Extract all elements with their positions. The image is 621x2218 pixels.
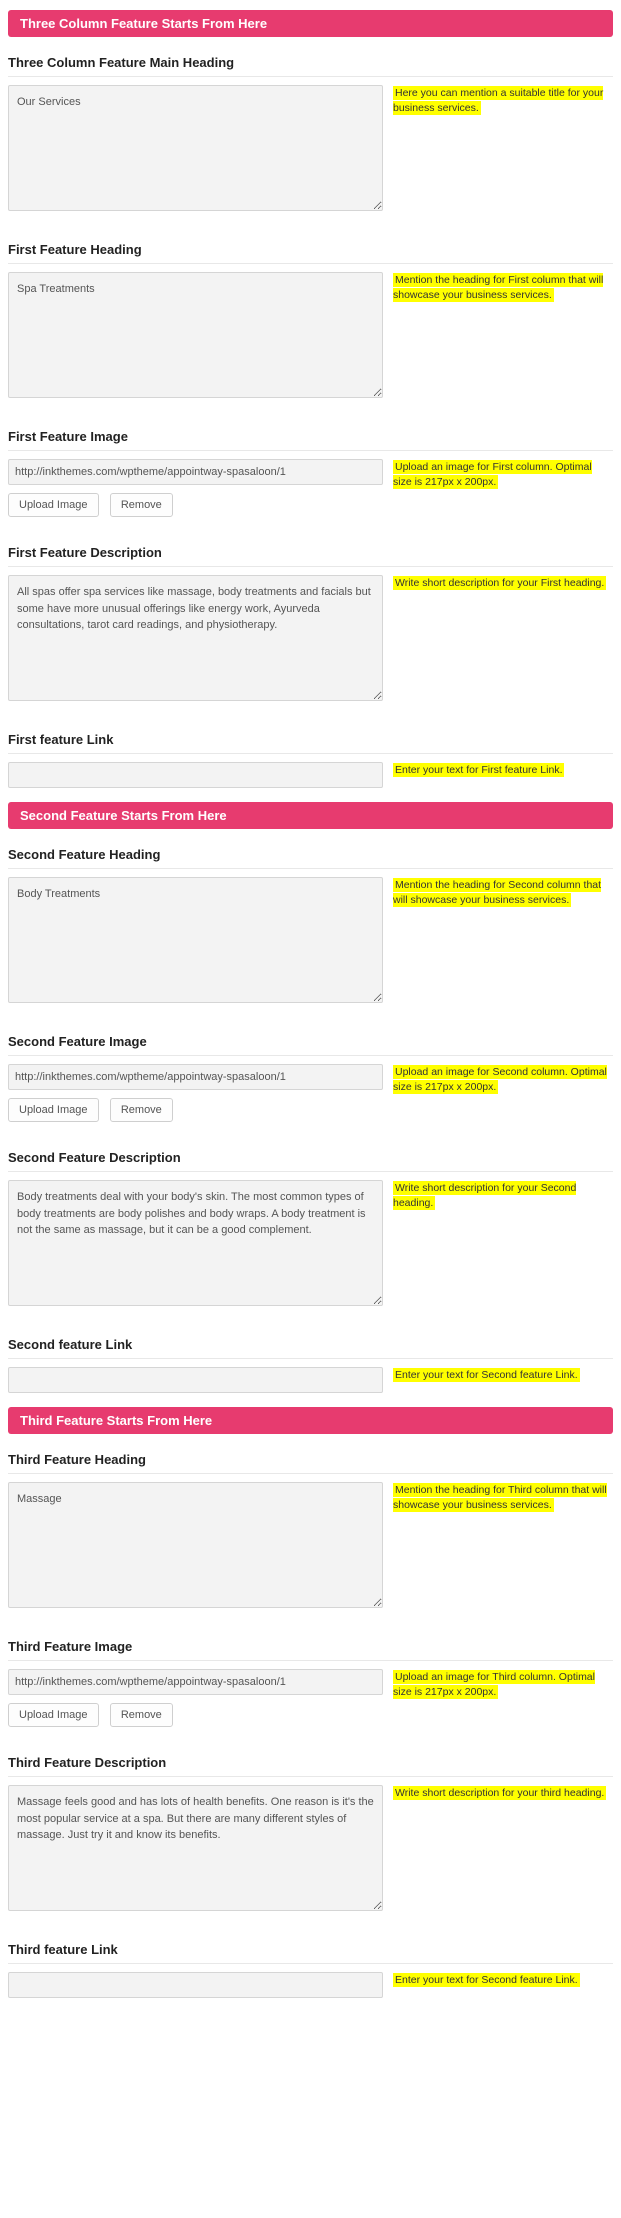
third-feature-desc-textarea[interactable] <box>8 1785 383 1911</box>
first-feature-link-hint: Enter your text for First feature Link. <box>393 763 564 777</box>
third-feature-section-header: Third Feature Starts From Here <box>8 1407 613 1434</box>
first-feature-image-input[interactable] <box>8 459 383 485</box>
third-feature-heading-label: Third Feature Heading <box>8 1452 613 1474</box>
second-feature-section-header: Second Feature Starts From Here <box>8 802 613 829</box>
second-feature-image-label: Second Feature Image <box>8 1034 613 1056</box>
third-feature-heading-hint: Mention the heading for Third column tha… <box>393 1483 607 1512</box>
second-feature-image-hint: Upload an image for Second column. Optim… <box>393 1065 607 1094</box>
first-feature-link-label: First feature Link <box>8 732 613 754</box>
main-heading-textarea[interactable] <box>8 85 383 211</box>
three-column-section-header: Three Column Feature Starts From Here <box>8 10 613 37</box>
first-feature-heading-hint: Mention the heading for First column tha… <box>393 273 603 302</box>
third-feature-image-label: Third Feature Image <box>8 1639 613 1661</box>
third-feature-remove-button[interactable]: Remove <box>110 1703 173 1727</box>
second-feature-link-label: Second feature Link <box>8 1337 613 1359</box>
third-feature-upload-button[interactable]: Upload Image <box>8 1703 99 1727</box>
second-feature-desc-label: Second Feature Description <box>8 1150 613 1172</box>
second-feature-heading-hint: Mention the heading for Second column th… <box>393 878 601 907</box>
first-feature-upload-button[interactable]: Upload Image <box>8 493 99 517</box>
second-feature-image-input[interactable] <box>8 1064 383 1090</box>
second-feature-heading-label: Second Feature Heading <box>8 847 613 869</box>
third-feature-link-label: Third feature Link <box>8 1942 613 1964</box>
third-feature-desc-hint: Write short description for your third h… <box>393 1786 606 1800</box>
first-feature-heading-textarea[interactable] <box>8 272 383 398</box>
first-feature-desc-textarea[interactable] <box>8 575 383 701</box>
second-feature-link-input[interactable] <box>8 1367 383 1393</box>
third-feature-heading-textarea[interactable] <box>8 1482 383 1608</box>
first-feature-image-label: First Feature Image <box>8 429 613 451</box>
first-feature-heading-label: First Feature Heading <box>8 242 613 264</box>
first-feature-remove-button[interactable]: Remove <box>110 493 173 517</box>
second-feature-link-hint: Enter your text for Second feature Link. <box>393 1368 580 1382</box>
second-feature-desc-textarea[interactable] <box>8 1180 383 1306</box>
second-feature-heading-textarea[interactable] <box>8 877 383 1003</box>
main-heading-hint: Here you can mention a suitable title fo… <box>393 86 603 115</box>
first-feature-desc-label: First Feature Description <box>8 545 613 567</box>
third-feature-desc-label: Third Feature Description <box>8 1755 613 1777</box>
second-feature-remove-button[interactable]: Remove <box>110 1098 173 1122</box>
third-feature-image-hint: Upload an image for Third column. Optima… <box>393 1670 595 1699</box>
first-feature-desc-hint: Write short description for your First h… <box>393 576 606 590</box>
second-feature-upload-button[interactable]: Upload Image <box>8 1098 99 1122</box>
third-feature-image-input[interactable] <box>8 1669 383 1695</box>
first-feature-link-input[interactable] <box>8 762 383 788</box>
third-feature-link-hint: Enter your text for Second feature Link. <box>393 1973 580 1987</box>
third-feature-link-input[interactable] <box>8 1972 383 1998</box>
second-feature-desc-hint: Write short description for your Second … <box>393 1181 576 1210</box>
first-feature-image-hint: Upload an image for First column. Optima… <box>393 460 592 489</box>
main-heading-label: Three Column Feature Main Heading <box>8 55 613 77</box>
